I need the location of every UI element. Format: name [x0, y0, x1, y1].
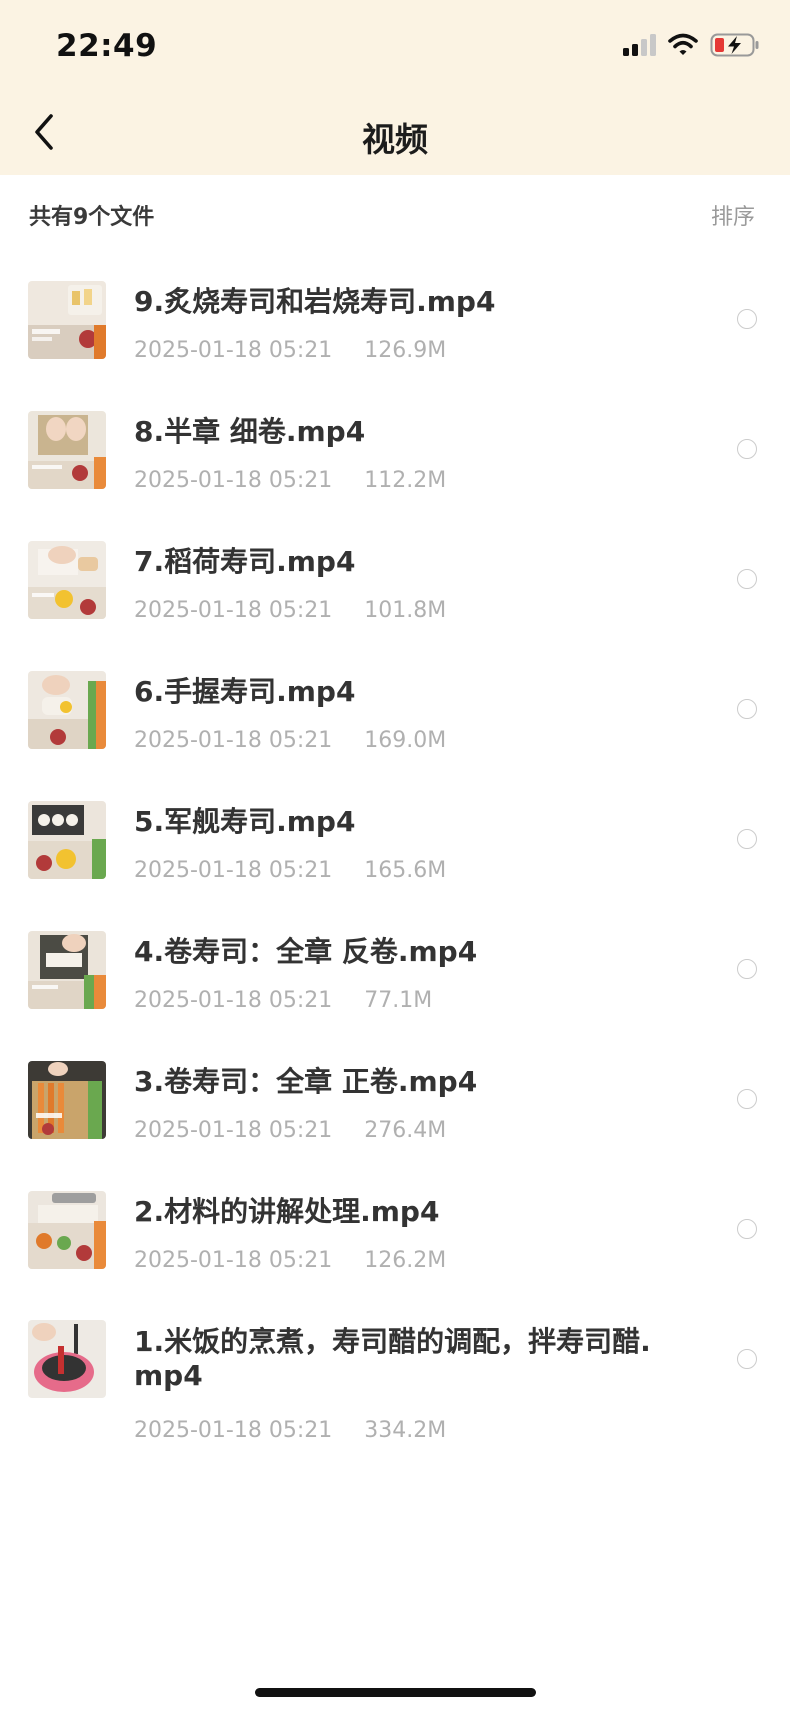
file-size: 169.0M: [364, 728, 447, 753]
file-name: 7.稻荷寿司.mp4: [134, 545, 356, 578]
file-name: 8.半章 细卷.mp4: [134, 415, 366, 448]
file-date: 2025-01-18 05:21: [134, 598, 333, 623]
header-area: 22:49 视频: [0, 0, 790, 175]
file-item[interactable]: 2.材料的讲解处理.mp4 2025-01-18 05:21 126.2M: [0, 1165, 790, 1295]
file-meta: 2025-01-18 05:21 112.2M: [134, 468, 446, 493]
video-thumbnail: [28, 671, 106, 749]
file-date: 2025-01-18 05:21: [134, 1418, 333, 1443]
file-date: 2025-01-18 05:21: [134, 858, 333, 883]
video-thumbnail: [28, 1061, 106, 1139]
file-name: 4.卷寿司：全章 反卷.mp4: [134, 935, 478, 968]
select-radio[interactable]: [737, 959, 757, 979]
file-name: 1.米饭的烹煮，寿司醋的调配，拌寿司醋.mp4: [134, 1325, 651, 1392]
select-radio[interactable]: [737, 1089, 757, 1109]
file-meta: 2025-01-18 05:21 334.2M: [134, 1418, 446, 1443]
file-item[interactable]: 1.米饭的烹煮，寿司醋的调配，拌寿司醋.mp4 2025-01-18 05:21…: [0, 1295, 790, 1465]
list-header: 共有9个文件 排序: [0, 175, 790, 255]
file-date: 2025-01-18 05:21: [134, 468, 333, 493]
file-meta: 2025-01-18 05:21 101.8M: [134, 598, 446, 623]
file-size: 101.8M: [364, 598, 447, 623]
select-radio[interactable]: [737, 699, 757, 719]
status-time: 22:49: [56, 28, 158, 64]
video-thumbnail: [28, 931, 106, 1009]
status-bar: 22:49: [0, 0, 790, 95]
video-thumbnail: [28, 1191, 106, 1269]
file-date: 2025-01-18 05:21: [134, 728, 333, 753]
file-item[interactable]: 6.手握寿司.mp4 2025-01-18 05:21 169.0M: [0, 645, 790, 775]
file-item[interactable]: 5.军舰寿司.mp4 2025-01-18 05:21 165.6M: [0, 775, 790, 905]
select-radio[interactable]: [737, 829, 757, 849]
file-size: 276.4M: [364, 1118, 447, 1143]
video-thumbnail: [28, 281, 106, 359]
select-radio[interactable]: [737, 1219, 757, 1239]
file-size: 126.9M: [364, 338, 447, 363]
file-item[interactable]: 3.卷寿司：全章 正卷.mp4 2025-01-18 05:21 276.4M: [0, 1035, 790, 1165]
file-name: 5.军舰寿司.mp4: [134, 805, 356, 838]
home-indicator[interactable]: [255, 1688, 536, 1697]
file-meta: 2025-01-18 05:21 169.0M: [134, 728, 446, 753]
signal-icon: [622, 33, 656, 61]
status-icons: [622, 32, 760, 62]
select-radio[interactable]: [737, 439, 757, 459]
file-date: 2025-01-18 05:21: [134, 338, 333, 363]
battery-charging-icon: [710, 32, 760, 62]
file-size: 112.2M: [364, 468, 447, 493]
file-name: 9.炙烧寿司和岩烧寿司.mp4: [134, 285, 496, 318]
file-size: 126.2M: [364, 1248, 447, 1273]
file-meta: 2025-01-18 05:21 276.4M: [134, 1118, 446, 1143]
file-size: 334.2M: [364, 1418, 447, 1443]
file-meta: 2025-01-18 05:21 126.9M: [134, 338, 446, 363]
file-item[interactable]: 9.炙烧寿司和岩烧寿司.mp4 2025-01-18 05:21 126.9M: [0, 255, 790, 385]
file-size: 77.1M: [364, 988, 433, 1013]
file-size: 165.6M: [364, 858, 447, 883]
file-item[interactable]: 7.稻荷寿司.mp4 2025-01-18 05:21 101.8M: [0, 515, 790, 645]
select-radio[interactable]: [737, 309, 757, 329]
file-name: 6.手握寿司.mp4: [134, 675, 356, 708]
file-meta: 2025-01-18 05:21 77.1M: [134, 988, 432, 1013]
file-name: 2.材料的讲解处理.mp4: [134, 1195, 440, 1228]
video-thumbnail: [28, 541, 106, 619]
sort-button[interactable]: 排序: [711, 199, 755, 231]
file-count: 共有9个文件: [29, 205, 155, 230]
file-meta: 2025-01-18 05:21 165.6M: [134, 858, 446, 883]
file-meta: 2025-01-18 05:21 126.2M: [134, 1248, 446, 1273]
file-item[interactable]: 8.半章 细卷.mp4 2025-01-18 05:21 112.2M: [0, 385, 790, 515]
file-date: 2025-01-18 05:21: [134, 1118, 333, 1143]
select-radio[interactable]: [737, 1349, 757, 1369]
file-date: 2025-01-18 05:21: [134, 988, 333, 1013]
file-item[interactable]: 4.卷寿司：全章 反卷.mp4 2025-01-18 05:21 77.1M: [0, 905, 790, 1035]
video-thumbnail: [28, 801, 106, 879]
wifi-icon: [668, 33, 698, 61]
page-title: 视频: [362, 120, 428, 159]
select-radio[interactable]: [737, 569, 757, 589]
nav-bar: 视频: [0, 95, 790, 175]
video-thumbnail: [28, 1320, 106, 1398]
file-name: 3.卷寿司：全章 正卷.mp4: [134, 1065, 478, 1098]
file-date: 2025-01-18 05:21: [134, 1248, 333, 1273]
video-thumbnail: [28, 411, 106, 489]
